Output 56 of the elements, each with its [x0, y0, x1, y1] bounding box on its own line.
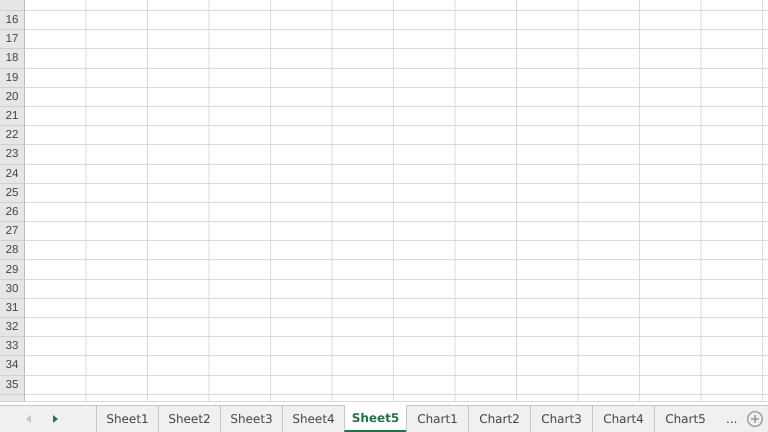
more-tabs-button[interactable]: ... — [716, 406, 744, 432]
cell-row[interactable] — [25, 126, 768, 146]
cell-row[interactable] — [25, 145, 768, 164]
sheet-tab[interactable]: Sheet5 — [344, 405, 406, 432]
cell-row[interactable] — [25, 298, 768, 318]
cell-row[interactable] — [25, 106, 768, 126]
cell-row[interactable] — [25, 260, 768, 280]
sheet-tab[interactable]: Sheet1 — [96, 405, 158, 432]
cell-row[interactable] — [25, 337, 768, 356]
row-header[interactable]: 23 — [0, 145, 25, 164]
row-header[interactable]: 26 — [0, 202, 25, 222]
sheet-tab[interactable]: Chart3 — [530, 405, 592, 432]
row-header[interactable]: 21 — [0, 106, 25, 126]
sheet-tab[interactable]: Chart4 — [592, 405, 654, 432]
row-header[interactable] — [0, 0, 25, 11]
cell-row[interactable] — [25, 68, 768, 88]
cell-row[interactable] — [25, 241, 768, 260]
row-header[interactable]: 29 — [0, 260, 25, 280]
row-header[interactable]: 24 — [0, 164, 25, 184]
row-header[interactable]: 34 — [0, 356, 25, 376]
cell-row[interactable] — [25, 49, 768, 69]
sheet-tab[interactable]: Sheet3 — [220, 405, 282, 432]
row-header[interactable]: 18 — [0, 49, 25, 69]
row-header[interactable]: 16 — [0, 11, 25, 30]
cell-row[interactable] — [25, 164, 768, 184]
cell-row[interactable] — [25, 318, 768, 338]
plus-circle-icon — [747, 411, 764, 427]
cell-row[interactable] — [25, 0, 768, 11]
cell-row[interactable] — [25, 222, 768, 242]
row-header[interactable]: 32 — [0, 318, 25, 338]
row-header[interactable]: 25 — [0, 184, 25, 203]
row-header[interactable]: 31 — [0, 298, 25, 318]
row-header[interactable]: 27 — [0, 222, 25, 242]
row-header[interactable]: 35 — [0, 376, 25, 395]
row-header[interactable]: 17 — [0, 30, 25, 50]
cell-row[interactable] — [25, 30, 768, 50]
row-header[interactable]: 22 — [0, 126, 25, 146]
sheet-tab[interactable]: Chart2 — [468, 405, 530, 432]
sheet-tab[interactable]: Sheet2 — [158, 405, 220, 432]
right-triangle-icon — [53, 415, 58, 423]
cell-row[interactable] — [25, 280, 768, 299]
cell-row[interactable] — [25, 88, 768, 107]
sheet-tab[interactable]: Chart1 — [406, 405, 468, 432]
cell-row[interactable] — [25, 184, 768, 203]
row-header[interactable]: 33 — [0, 337, 25, 356]
row-header[interactable]: 30 — [0, 280, 25, 299]
cell-row[interactable] — [25, 394, 768, 402]
sheet-tab[interactable]: Chart5 — [654, 405, 716, 432]
row-header[interactable]: 28 — [0, 241, 25, 260]
cell-row[interactable] — [25, 376, 768, 395]
cell-row[interactable] — [25, 11, 768, 30]
row-header[interactable]: 20 — [0, 88, 25, 107]
cell-row[interactable] — [25, 356, 768, 376]
cell-row[interactable] — [25, 202, 768, 222]
left-triangle-icon — [26, 415, 31, 423]
row-header[interactable]: 19 — [0, 68, 25, 88]
